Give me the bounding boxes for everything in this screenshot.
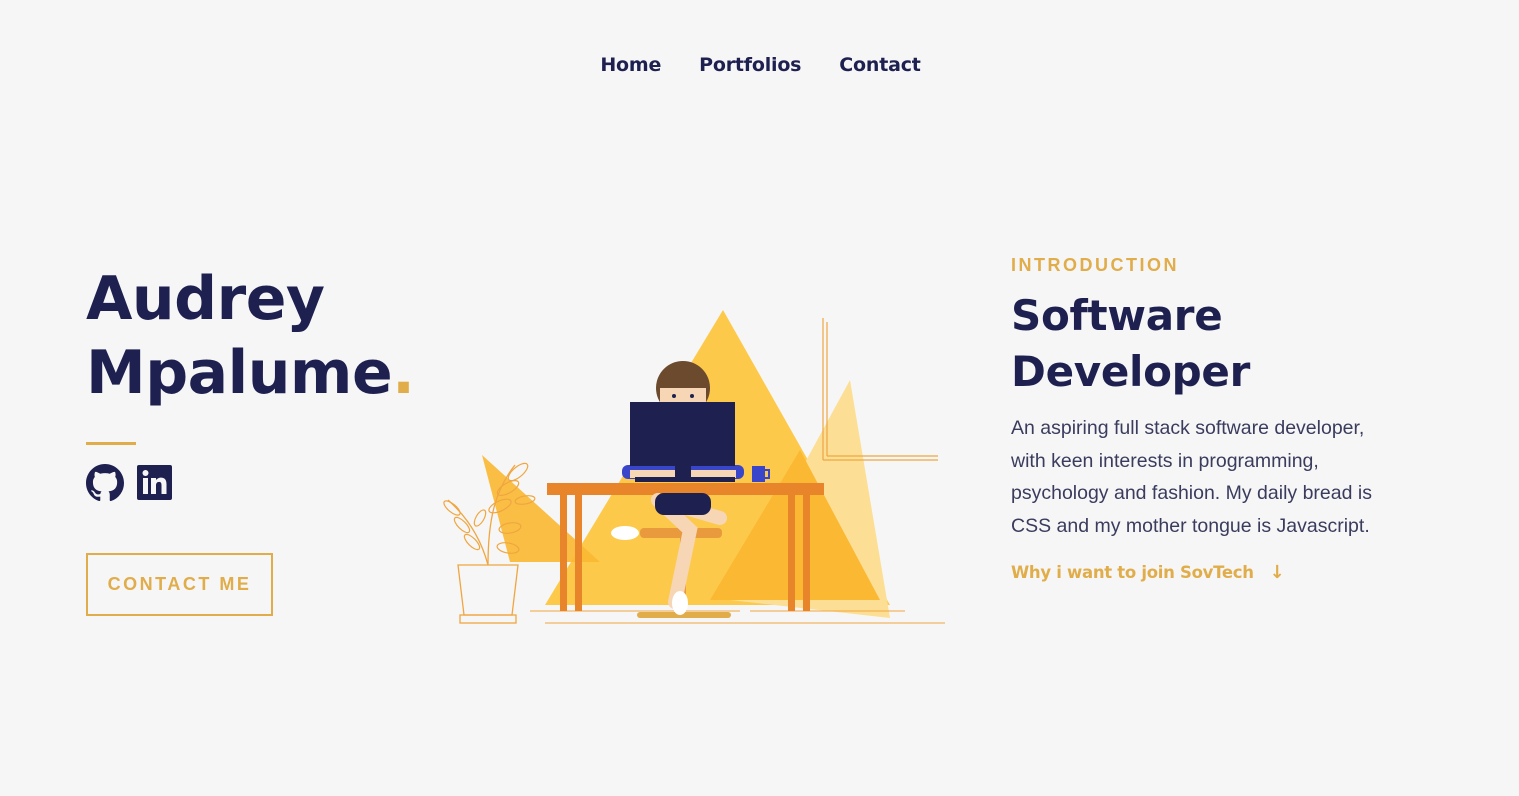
hero-name: Audrey Mpalume. [86, 262, 415, 410]
contact-me-button[interactable]: CONTACT ME [86, 553, 273, 616]
nav-portfolios-link[interactable]: Portfolios [699, 54, 801, 76]
accent-divider [86, 442, 136, 445]
role-line-1: Software [1011, 291, 1223, 340]
arrow-down-icon: ↓ [1269, 562, 1285, 583]
nav-home-link[interactable]: Home [600, 54, 661, 76]
last-name: Mpalume [86, 338, 393, 408]
developer-illustration [440, 300, 950, 630]
name-dot: . [392, 338, 415, 408]
why-join-link[interactable]: Why i want to join SovTech ↓ [1011, 562, 1285, 583]
page: Home Portfolios Contact Audrey Mpalume. … [0, 0, 1519, 796]
role-title: Software Developer [1011, 288, 1250, 400]
first-name: Audrey [86, 264, 325, 334]
linkedin-icon[interactable] [136, 464, 174, 502]
intro-description: An aspiring full stack software develope… [1011, 417, 1372, 537]
top-nav: Home Portfolios Contact [0, 54, 1519, 76]
nav-contact-link[interactable]: Contact [839, 54, 921, 76]
social-links [86, 464, 174, 502]
github-icon[interactable] [86, 464, 124, 502]
intro-label: INTRODUCTION [1011, 255, 1179, 275]
why-join-label: Why i want to join SovTech [1011, 563, 1254, 582]
role-line-2: Developer [1011, 347, 1251, 396]
